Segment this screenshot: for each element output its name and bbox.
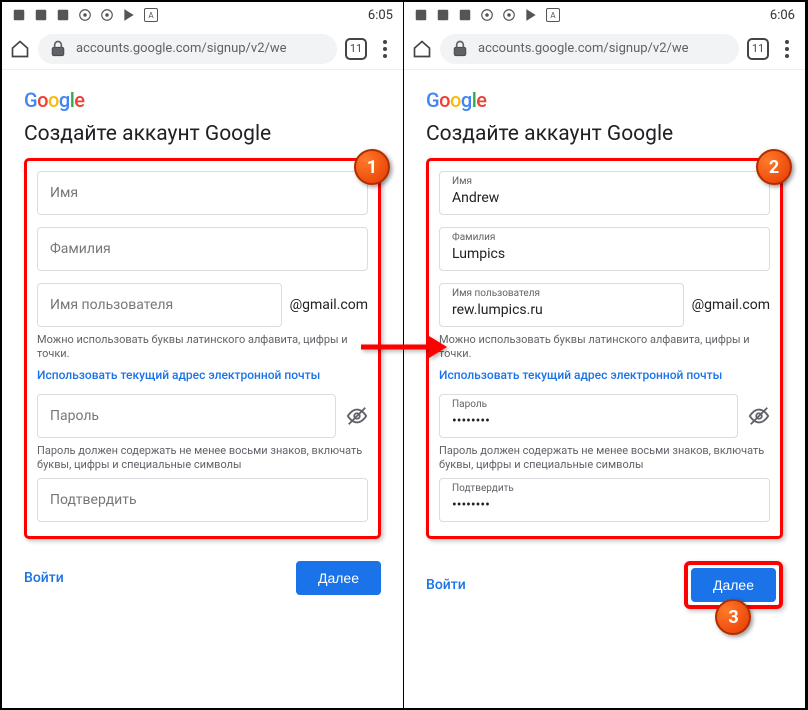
callout-badge-1: 1 [354,149,390,185]
password-helper-text: Пароль должен содержать не менее восьми … [37,444,368,473]
confirm-password-input[interactable]: Подтвердить [37,478,368,522]
next-button[interactable]: Далее [296,561,381,595]
google-logo: Google [24,88,381,112]
callout-badge-3: 3 [715,599,751,635]
signup-form-highlighted: 2 Имя Andrew Фамилия Lumpics Имя пользов… [426,158,783,539]
browser-toolbar: accounts.google.com/signup/v2/we 11 [404,28,805,70]
status-bar: A 6:05 [2,2,403,28]
url-text: accounts.google.com/signup/v2/we [76,41,287,56]
notif-icon [458,8,472,22]
notif-icon [414,8,428,22]
notif-icon [100,8,114,22]
gmail-suffix-label: @gmail.com [692,297,770,313]
last-name-input[interactable]: Фамилия Lumpics [439,227,770,271]
notif-icon [12,8,26,22]
url-text: accounts.google.com/signup/v2/we [478,41,689,56]
username-input[interactable]: Имя пользователя [37,283,282,327]
gmail-suffix-label: @gmail.com [290,297,368,313]
form-actions: Войти Далее 3 [426,561,783,609]
notif-icon [78,8,92,22]
browser-toolbar: accounts.google.com/signup/v2/we 11 [2,28,403,70]
next-button-highlighted: Далее 3 [684,561,783,609]
tabs-count-button[interactable]: 11 [345,38,367,60]
home-icon[interactable] [10,39,30,59]
lock-icon [450,39,470,59]
form-actions: Войти Далее [24,561,381,595]
sign-in-link[interactable]: Войти [426,577,466,593]
notif-icon [502,8,516,22]
callout-badge-2: 2 [756,149,792,185]
page-content: Google Создайте аккаунт Google 1 Имя Фам… [2,70,403,708]
use-existing-email-link[interactable]: Использовать текущий адрес электронной п… [439,368,770,382]
google-logo: Google [426,88,783,112]
notif-icon [480,8,494,22]
password-helper-text: Пароль должен содержать не менее восьми … [439,444,770,473]
page-content: Google Создайте аккаунт Google 2 Имя And… [404,70,805,708]
address-bar[interactable]: accounts.google.com/signup/v2/we [440,34,739,64]
first-name-input[interactable]: Имя Andrew [439,171,770,215]
username-input[interactable]: Имя пользователя rew.lumpics.ru [439,283,684,327]
sign-in-link[interactable]: Войти [24,570,64,586]
overflow-menu-icon[interactable] [375,40,395,58]
confirm-password-input[interactable]: Подтвердить •••••••• [439,478,770,522]
notif-icon: A [144,8,158,22]
signup-form-highlighted: 1 Имя Фамилия Имя пользователя @gmail.co… [24,158,381,539]
notif-icon [56,8,70,22]
notif-icon [436,8,450,22]
username-helper-text: Можно использовать буквы латинского алфа… [439,333,770,362]
last-name-input[interactable]: Фамилия [37,227,368,271]
page-title: Создайте аккаунт Google [426,122,783,146]
first-name-input[interactable]: Имя [37,171,368,215]
toggle-password-visibility-icon[interactable] [748,405,770,427]
password-input[interactable]: Пароль [37,394,336,438]
address-bar[interactable]: accounts.google.com/signup/v2/we [38,34,337,64]
status-notification-icons: A [414,8,560,22]
tabs-count-button[interactable]: 11 [747,38,769,60]
next-button[interactable]: Далее [691,568,776,602]
use-existing-email-link[interactable]: Использовать текущий адрес электронной п… [37,368,368,382]
page-title: Создайте аккаунт Google [24,122,381,146]
username-helper-text: Можно использовать буквы латинского алфа… [37,333,368,362]
status-clock: 6:06 [770,8,795,23]
screenshot-step-2: A 6:06 accounts.google.com/signup/v2/we … [404,2,806,708]
status-bar: A 6:06 [404,2,805,28]
play-store-icon [524,8,538,22]
play-store-icon [122,8,136,22]
screenshot-step-1: A 6:05 accounts.google.com/signup/v2/we … [2,2,404,708]
status-clock: 6:05 [368,8,393,23]
overflow-menu-icon[interactable] [777,40,797,58]
notif-icon [34,8,48,22]
password-input[interactable]: Пароль •••••••• [439,394,738,438]
status-notification-icons: A [12,8,158,22]
notif-icon: A [546,8,560,22]
lock-icon [48,39,68,59]
toggle-password-visibility-icon[interactable] [346,405,368,427]
home-icon[interactable] [412,39,432,59]
